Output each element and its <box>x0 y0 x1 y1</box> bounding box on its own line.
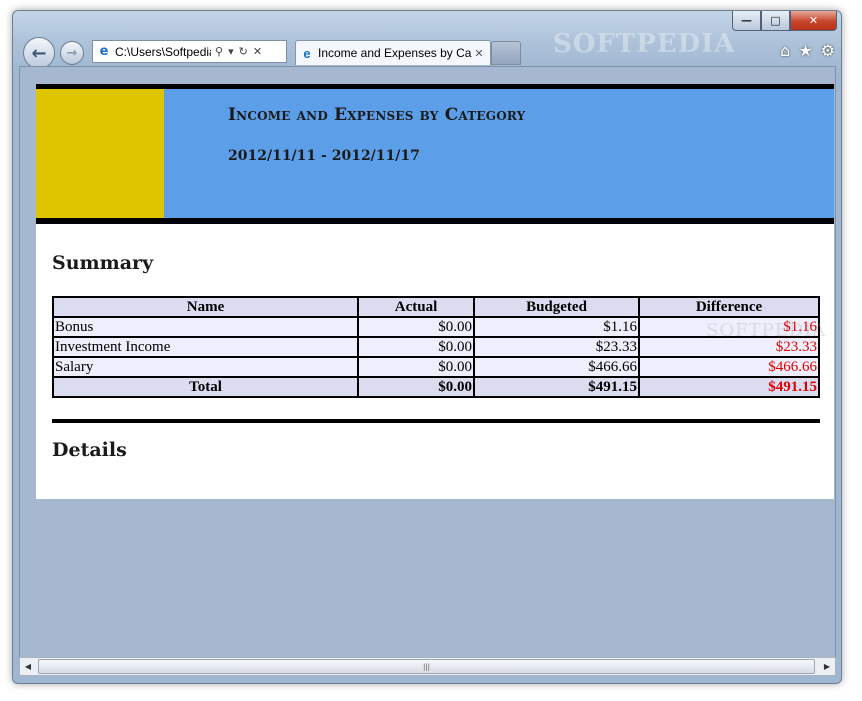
new-tab-button[interactable] <box>491 41 521 65</box>
column-header-name: Name <box>52 296 359 318</box>
home-icon[interactable]: ⌂ <box>780 41 790 60</box>
total-label: Total <box>52 376 359 398</box>
column-header-actual: Actual <box>357 296 475 318</box>
table-row: Investment Income $0.00 $23.33 $23.33 <box>52 336 820 358</box>
address-text[interactable]: C:\Users\Softpedia\ <box>115 45 211 59</box>
details-heading: Details <box>52 439 127 461</box>
page-viewport: Income and Expenses by Category 2012/11/… <box>19 66 836 658</box>
search-icon[interactable]: ⚲ <box>215 45 223 58</box>
minimize-button[interactable]: — <box>732 11 761 31</box>
table-row: Bonus $0.00 $1.16 $1.16 <box>52 316 820 338</box>
scroll-right-icon[interactable]: ▶ <box>819 658 835 675</box>
table-row: Salary $0.00 $466.66 $466.66 <box>52 356 820 378</box>
watermark-logo: SOFTPEDIA <box>553 29 736 59</box>
scroll-left-icon[interactable]: ◀ <box>20 658 36 675</box>
toolbar-icons: ⌂ ★ ⚙ <box>780 41 835 60</box>
address-bar[interactable]: e C:\Users\Softpedia\ ⚲ ▾ ↻ ✕ <box>92 40 287 63</box>
gear-icon[interactable]: ⚙ <box>821 41 835 60</box>
row-name: Bonus <box>52 316 359 338</box>
row-difference: $466.66 <box>638 356 820 378</box>
window-caption-buttons: — □ ✕ <box>732 11 837 31</box>
row-name: Investment Income <box>52 336 359 358</box>
stop-icon[interactable]: ✕ <box>253 45 262 58</box>
header-color-block <box>36 89 164 218</box>
maximize-icon: □ <box>770 14 781 27</box>
maximize-button[interactable]: □ <box>761 11 790 31</box>
tab-close-icon[interactable]: ✕ <box>472 47 486 60</box>
close-icon: ✕ <box>808 14 819 27</box>
ie-icon: e <box>99 44 109 59</box>
table-header-row: Name Actual Budgeted Difference <box>52 296 820 318</box>
address-tools: ⚲ ▾ ↻ ✕ <box>215 45 262 58</box>
scrollbar-thumb[interactable]: ||| <box>38 659 815 674</box>
horizontal-scrollbar[interactable]: ◀ ||| ▶ <box>19 657 836 676</box>
tab-title: Income and Expenses by Ca... <box>318 46 472 60</box>
row-name: Salary <box>52 356 359 378</box>
row-budgeted: $23.33 <box>473 336 640 358</box>
dropdown-icon[interactable]: ▾ <box>228 45 234 58</box>
report-title: Income and Expenses by Category <box>228 105 526 125</box>
report-page: Income and Expenses by Category 2012/11/… <box>36 84 834 499</box>
total-difference: $491.15 <box>638 376 820 398</box>
total-actual: $0.00 <box>357 376 475 398</box>
total-budgeted: $491.15 <box>473 376 640 398</box>
browser-window: SOFTPEDIA — □ ✕ ← → e C:\Users\Softpedia… <box>12 10 842 684</box>
watermark-logo: SOFTPEDIA <box>706 320 827 341</box>
grip-icon: ||| <box>422 662 431 671</box>
refresh-icon[interactable]: ↻ <box>239 45 248 58</box>
row-budgeted: $466.66 <box>473 356 640 378</box>
column-header-difference: Difference <box>638 296 820 318</box>
summary-table: Name Actual Budgeted Difference Bonus $0… <box>52 296 820 398</box>
tab-income-expenses[interactable]: e Income and Expenses by Ca... ✕ <box>295 40 491 65</box>
section-divider <box>52 419 820 423</box>
ie-icon: e <box>303 45 311 61</box>
back-arrow-icon: ← <box>31 42 47 64</box>
close-window-button[interactable]: ✕ <box>790 11 837 31</box>
row-budgeted: $1.16 <box>473 316 640 338</box>
forward-button[interactable]: → <box>60 41 84 65</box>
forward-arrow-icon: → <box>66 45 78 61</box>
total-row: Total $0.00 $491.15 $491.15 <box>52 376 820 398</box>
row-actual: $0.00 <box>357 336 475 358</box>
report-header: Income and Expenses by Category 2012/11/… <box>36 84 834 224</box>
favorites-star-icon[interactable]: ★ <box>798 41 812 60</box>
column-header-budgeted: Budgeted <box>473 296 640 318</box>
summary-heading: Summary <box>52 252 154 274</box>
row-actual: $0.00 <box>357 316 475 338</box>
report-date-range: 2012/11/11 - 2012/11/17 <box>228 148 420 164</box>
minimize-icon: — <box>741 14 752 27</box>
back-button[interactable]: ← <box>23 37 55 69</box>
row-actual: $0.00 <box>357 356 475 378</box>
